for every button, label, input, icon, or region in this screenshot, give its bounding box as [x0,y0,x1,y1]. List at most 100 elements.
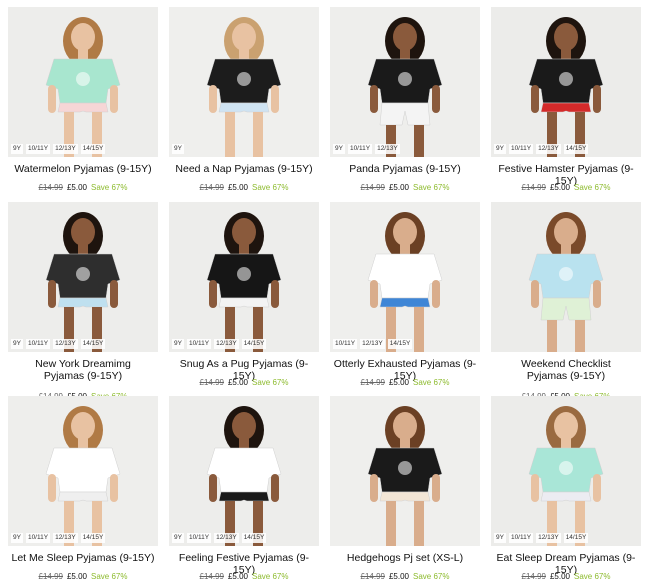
size-option[interactable]: 14/15Y [563,533,589,543]
product-image[interactable]: 10/11Y 12/13Y 14/15Y [330,202,480,352]
size-list: 10/11Y 12/13Y 14/15Y [333,339,413,349]
product-card[interactable]: 9Y 10/11Y 12/13Y Panda Pyjamas (9-15Y) £14.9… [330,7,480,197]
product-image[interactable]: 9Y 10/11Y 12/13Y 14/15Y [8,202,158,352]
product-card[interactable]: 9Y 10/11Y 12/13Y 14/15Y Watermelon Pyjamas (… [8,7,158,197]
size-option[interactable]: 10/11Y [186,533,212,543]
size-option[interactable]: 12/13Y [53,144,78,154]
product-title[interactable]: Weekend Checklist Pyjamas (9-15Y) [491,358,641,382]
original-price: £14.99 [199,183,224,192]
product-card[interactable]: Weekend Checklist Pyjamas (9-15Y)£14.99£… [491,202,641,396]
product-image[interactable] [491,202,641,352]
size-option[interactable]: 9Y [172,339,184,349]
discount-label: Save 67% [413,572,450,581]
size-option[interactable]: 9Y [11,339,23,349]
product-image[interactable]: 9Y 10/11Y 12/13Y 14/15Y [491,396,641,546]
size-option[interactable]: 14/15Y [80,533,106,543]
discount-label: Save 67% [252,378,289,387]
discount-label: Save 67% [91,572,128,581]
product-title[interactable]: Hedgehogs Pj set (XS-L) [330,552,480,564]
size-option[interactable]: 12/13Y [536,144,561,154]
discount-label: Save 67% [413,183,450,192]
product-title[interactable]: Need a Nap Pyjamas (9-15Y) [169,163,319,175]
product-title[interactable]: Panda Pyjamas (9-15Y) [330,163,480,175]
product-price: £14.99£5.00Save 67% [330,378,480,388]
model-photo [491,396,641,546]
discount-label: Save 67% [91,183,128,192]
product-title[interactable]: Watermelon Pyjamas (9-15Y) [8,163,158,175]
size-option[interactable]: 12/13Y [53,533,78,543]
size-option[interactable]: 12/13Y [214,533,239,543]
size-option[interactable]: 10/11Y [508,533,534,543]
product-card[interactable]: 9Y Need a Nap Pyjamas (9-15Y) £14.99 £5.00 S… [169,7,319,197]
model-photo [8,202,158,352]
original-price: £14.99 [521,572,546,581]
size-list: 9Y 10/11Y 12/13Y 14/15Y [494,533,589,543]
product-card[interactable]: 10/11Y 12/13Y 14/15Y Otterly Exhausted Pyja… [330,202,480,392]
size-option[interactable]: 10/11Y [25,339,51,349]
size-option[interactable]: 14/15Y [241,339,267,349]
size-option[interactable]: 10/11Y [25,144,51,154]
size-option[interactable]: 10/11Y [508,144,534,154]
sale-price: £5.00 [388,378,410,387]
product-card[interactable]: 9Y 10/11Y 12/13Y 14/15Y Eat Sleep Dream Pyja… [491,396,641,586]
size-option[interactable]: 9Y [11,533,23,543]
size-option[interactable]: 12/13Y [360,339,385,349]
product-price: £14.99£5.00Save 67% [8,183,158,193]
product-card[interactable]: 9Y 10/11Y 12/13Y 14/15Y New York Dreamimg Py… [8,202,158,396]
product-card[interactable]: 9Y 10/11Y 12/13Y 14/15Y Snug As a Pug Pyjama… [169,202,319,392]
size-option[interactable]: 9Y [494,533,506,543]
product-title[interactable]: Let Me Sleep Pyjamas (9-15Y) [8,552,158,564]
product-price: £14.99£5.00Save 67% [169,183,319,193]
size-option[interactable]: 9Y [172,144,184,154]
product-image[interactable]: 9Y 10/11Y 12/13Y 14/15Y [169,202,319,352]
size-list: 9Y 10/11Y 12/13Y 14/15Y [494,144,589,154]
size-option[interactable]: 10/11Y [25,533,51,543]
model-photo [169,202,319,352]
size-option[interactable]: 9Y [494,144,506,154]
product-image[interactable]: 9Y [169,7,319,157]
model-photo [8,396,158,546]
product-image[interactable]: 9Y 10/11Y 12/13Y 14/15Y [8,7,158,157]
product-card[interactable]: 9Y 10/11Y 12/13Y 14/15Y Let Me Sleep Pyjamas… [8,396,158,586]
product-image[interactable] [330,396,480,546]
size-list: 9Y 10/11Y 12/13Y [333,144,400,154]
product-card[interactable]: Hedgehogs Pj set (XS-L) £14.99 £5.00 Save 6… [330,396,480,586]
product-image[interactable]: 9Y 10/11Y 12/13Y 14/15Y [8,396,158,546]
product-image[interactable]: 9Y 10/11Y 12/13Y 14/15Y [491,7,641,157]
size-option[interactable]: 12/13Y [214,339,239,349]
product-price: £14.99£5.00Save 67% [491,183,641,193]
product-title[interactable]: New York Dreamimg Pyjamas (9-15Y) [8,358,158,382]
product-image[interactable]: 9Y 10/11Y 12/13Y [330,7,480,157]
product-card[interactable]: 9Y 10/11Y 12/13Y 14/15Y Festive Hamster Pyja… [491,7,641,197]
original-price: £14.99 [199,572,224,581]
size-option[interactable]: 10/11Y [186,339,212,349]
discount-label: Save 67% [574,183,611,192]
size-option[interactable]: 12/13Y [53,339,78,349]
size-option[interactable]: 12/13Y [536,533,561,543]
size-option[interactable]: 12/13Y [375,144,400,154]
discount-label: Save 67% [252,183,289,192]
product-card[interactable]: 9Y 10/11Y 12/13Y 14/15Y Feeling Festive Pyja… [169,396,319,586]
original-price: £14.99 [199,378,224,387]
size-list: 9Y 10/11Y 12/13Y 14/15Y [11,144,106,154]
size-option[interactable]: 9Y [333,144,345,154]
size-option[interactable]: 10/11Y [347,144,373,154]
size-option[interactable]: 14/15Y [80,144,106,154]
size-option[interactable]: 14/15Y [241,533,267,543]
model-photo [169,396,319,546]
product-price: £14.99£5.00Save 67% [169,572,319,582]
sale-price: £5.00 [388,572,410,581]
sale-price: £5.00 [549,183,571,192]
product-image[interactable]: 9Y 10/11Y 12/13Y 14/15Y [169,396,319,546]
size-option[interactable]: 9Y [11,144,23,154]
model-photo [169,7,319,157]
size-option[interactable]: 10/11Y [333,339,358,349]
size-list: 9Y 10/11Y 12/13Y 14/15Y [11,339,106,349]
size-option[interactable]: 9Y [172,533,184,543]
product-price: £14.99£5.00Save 67% [491,572,641,582]
original-price: £14.99 [38,183,63,192]
size-option[interactable]: 14/15Y [387,339,413,349]
size-option[interactable]: 14/15Y [80,339,106,349]
original-price: £14.99 [38,572,63,581]
size-option[interactable]: 14/15Y [563,144,589,154]
